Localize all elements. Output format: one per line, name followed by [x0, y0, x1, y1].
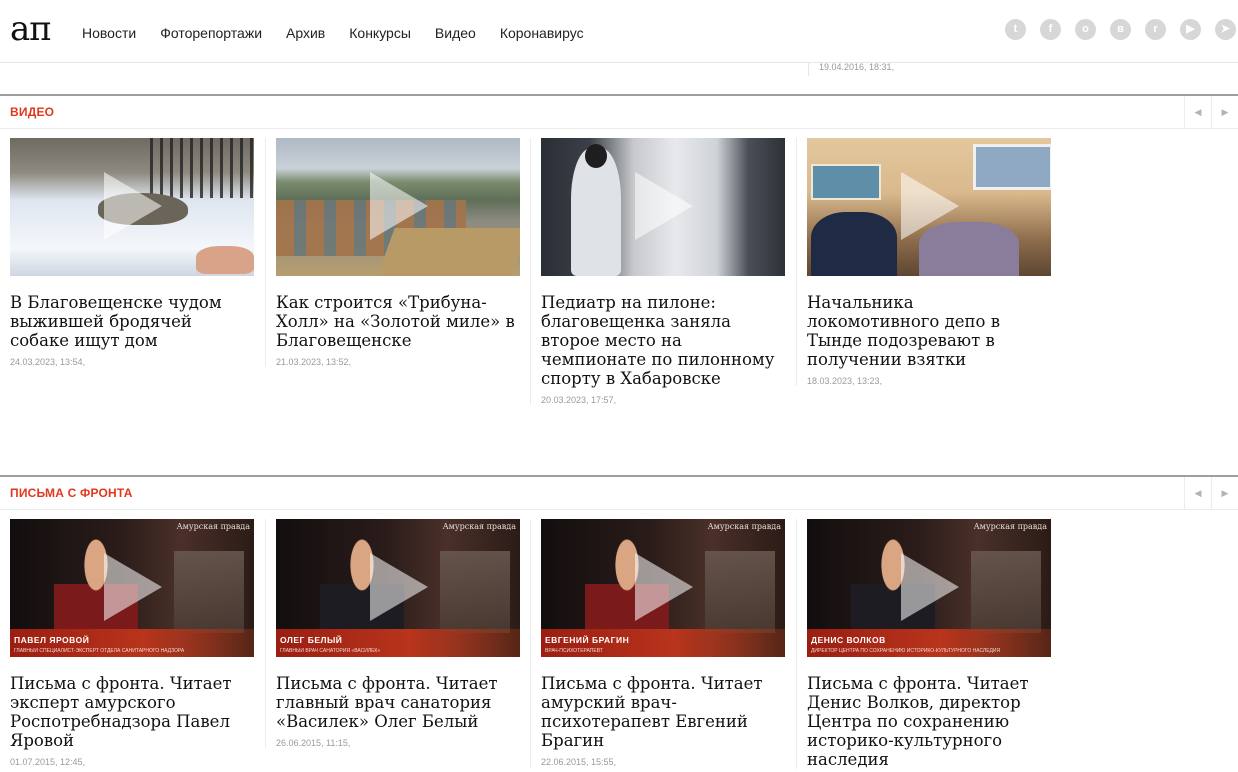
card-title[interactable]: Начальника локомотивного депо в Тынде по… [807, 293, 1051, 369]
video-card[interactable]: Педиатр на пилоне: благовещенка заняла в… [530, 138, 785, 405]
video-thumbnail[interactable]: Амурская правда ДЕНИС ВОЛКОВ ДИРЕКТОР ЦЕ… [807, 519, 1051, 657]
arrow-left-icon[interactable]: ◀ [1184, 477, 1211, 509]
card-title[interactable]: Как строится «Трибуна-Холл» на «Золотой … [276, 293, 520, 350]
video-section: ВИДЕО ◀ ▶ В Благовещенске чудом выжившей… [0, 94, 1238, 454]
wall-map-shape [811, 164, 881, 200]
card-date: 20.03.2023, 17:57, [541, 395, 617, 405]
card-title[interactable]: В Благовещенске чудом выжившей бродячей … [10, 293, 254, 350]
site-header: ап Новости Фоторепортажи Архив Конкурсы … [0, 0, 1238, 63]
speaker-name: ПАВЕЛ ЯРОВОЙ [14, 635, 90, 645]
card-date: 01.07.2015, 12:45, [10, 757, 86, 767]
facebook-icon[interactable]: f [1040, 19, 1061, 40]
card-date: 22.06.2015, 15:55, [541, 757, 617, 767]
nav-news[interactable]: Новости [82, 24, 136, 42]
vk-icon[interactable]: в [1110, 19, 1131, 40]
play-icon[interactable] [104, 172, 162, 240]
channel-brand: Амурская правда [707, 522, 781, 531]
poster-shape [705, 551, 775, 633]
poster-shape [174, 551, 244, 633]
telegram-icon[interactable]: ➤ [1215, 19, 1236, 40]
speaker-role: ГЛАВНЫЙ СПЕЦИАЛИСТ-ЭКСПЕРТ ОТДЕЛА САНИТА… [14, 648, 185, 654]
video-thumbnail[interactable] [10, 138, 254, 276]
section-header: ВИДЕО ◀ ▶ [0, 94, 1238, 129]
card-title[interactable]: Письма с фронта. Читает Денис Волков, ди… [807, 674, 1051, 769]
card-title[interactable]: Педиатр на пилоне: благовещенка заняла в… [541, 293, 785, 388]
speaker-name: ОЛЕГ БЕЛЫЙ [280, 635, 343, 645]
video-card[interactable]: Как строится «Трибуна-Холл» на «Золотой … [265, 138, 520, 367]
speaker-name: ЕВГЕНИЙ БРАГИН [545, 635, 630, 645]
video-card[interactable]: Амурская правда ОЛЕГ БЕЛЫЙ ГЛАВНЫЙ ВРАЧ … [265, 519, 520, 748]
previous-item-date: 19.04.2016, 18:31, [808, 62, 894, 76]
window-shape [973, 144, 1051, 190]
speaker-role: ГЛАВНЫЙ ВРАЧ САНАТОРИЯ «ВАСИЛЕК» [280, 648, 381, 654]
nav-photo-reports[interactable]: Фоторепортажи [160, 24, 262, 42]
play-icon[interactable] [370, 172, 428, 240]
play-icon[interactable] [635, 553, 693, 621]
poster-shape [971, 551, 1041, 633]
video-card[interactable]: Амурская правда ЕВГЕНИЙ БРАГИН ВРАЧ-ПСИХ… [530, 519, 785, 767]
nav-coronavirus[interactable]: Коронавирус [500, 24, 584, 42]
card-date: 21.03.2023, 13:52, [276, 357, 352, 367]
channel-brand: Амурская правда [973, 522, 1047, 531]
social-links: t f o в r ▶ ➤ [1005, 19, 1236, 40]
carousel-arrows: ◀ ▶ [1184, 477, 1238, 509]
video-thumbnail[interactable] [276, 138, 520, 276]
channel-brand: Амурская правда [442, 522, 516, 531]
section-title[interactable]: ПИСЬМА С ФРОНТА [10, 486, 133, 500]
youtube-icon[interactable]: ▶ [1180, 19, 1201, 40]
card-date: 26.06.2015, 11:15, [276, 738, 351, 748]
hand-shape [196, 246, 254, 274]
reddit-icon[interactable]: r [1145, 19, 1166, 40]
man-shape [811, 212, 897, 276]
odnoklassniki-icon[interactable]: o [1075, 19, 1096, 40]
site-logo[interactable]: ап [10, 12, 52, 46]
video-card[interactable]: Амурская правда ДЕНИС ВОЛКОВ ДИРЕКТОР ЦЕ… [796, 519, 1051, 769]
fence-shape [150, 138, 254, 198]
nav-video[interactable]: Видео [435, 24, 476, 42]
video-thumbnail[interactable]: Амурская правда ОЛЕГ БЕЛЫЙ ГЛАВНЫЙ ВРАЧ … [276, 519, 520, 657]
main-nav: Новости Фоторепортажи Архив Конкурсы Вид… [82, 24, 608, 42]
play-icon[interactable] [901, 172, 959, 240]
speaker-role: ВРАЧ-ПСИХОТЕРАПЕВТ [545, 648, 603, 654]
nav-archive[interactable]: Архив [286, 24, 325, 42]
card-title[interactable]: Письма с фронта. Читает эксперт амурског… [10, 674, 254, 750]
card-title[interactable]: Письма с фронта. Читает амурский врач-пс… [541, 674, 785, 750]
video-thumbnail[interactable] [541, 138, 785, 276]
video-thumbnail[interactable] [807, 138, 1051, 276]
video-card[interactable]: В Благовещенске чудом выжившей бродячей … [10, 138, 254, 367]
play-icon[interactable] [901, 553, 959, 621]
play-icon[interactable] [370, 553, 428, 621]
arrow-right-icon[interactable]: ▶ [1211, 96, 1238, 128]
section-header: ПИСЬМА С ФРОНТА ◀ ▶ [0, 475, 1238, 510]
nav-contests[interactable]: Конкурсы [349, 24, 411, 42]
speaker-role: ДИРЕКТОР ЦЕНТРА ПО СОХРАНЕНИЮ ИСТОРИКО-К… [811, 648, 1001, 654]
speaker-name: ДЕНИС ВОЛКОВ [811, 635, 886, 645]
arrow-right-icon[interactable]: ▶ [1211, 477, 1238, 509]
play-icon[interactable] [104, 553, 162, 621]
video-thumbnail[interactable]: Амурская правда ПАВЕЛ ЯРОВОЙ ГЛАВНЫЙ СПЕ… [10, 519, 254, 657]
video-card[interactable]: Амурская правда ПАВЕЛ ЯРОВОЙ ГЛАВНЫЙ СПЕ… [10, 519, 254, 767]
poster-shape [440, 551, 510, 633]
letters-from-front-section: ПИСЬМА С ФРОНТА ◀ ▶ Амурская правда ПАВЕ… [0, 475, 1238, 772]
carousel-arrows: ◀ ▶ [1184, 96, 1238, 128]
video-thumbnail[interactable]: Амурская правда ЕВГЕНИЙ БРАГИН ВРАЧ-ПСИХ… [541, 519, 785, 657]
card-date: 18.03.2023, 13:23, [807, 376, 883, 386]
video-card[interactable]: Начальника локомотивного депо в Тынде по… [796, 138, 1051, 386]
arrow-left-icon[interactable]: ◀ [1184, 96, 1211, 128]
twitter-icon[interactable]: t [1005, 19, 1026, 40]
card-title[interactable]: Письма с фронта. Читает главный врач сан… [276, 674, 520, 731]
play-icon[interactable] [635, 172, 693, 240]
head-shape [585, 144, 607, 168]
card-date: 24.03.2023, 13:54, [10, 357, 86, 367]
section-title[interactable]: ВИДЕО [10, 105, 54, 119]
channel-brand: Амурская правда [176, 522, 250, 531]
